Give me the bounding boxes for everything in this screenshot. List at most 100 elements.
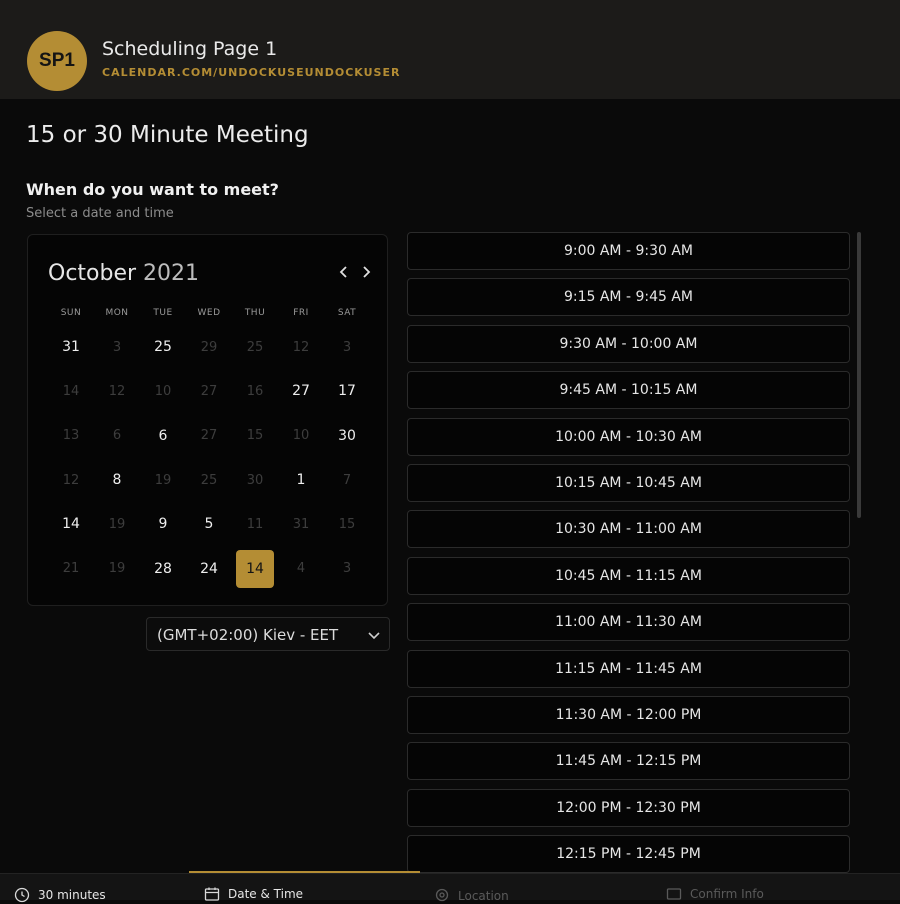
calendar-day-number: 12 [108,383,126,399]
time-slot-button[interactable]: 9:15 AM - 9:45 AM [407,278,850,317]
calendar-day: 12 [48,458,94,502]
calendar-day[interactable]: 25 [140,325,186,369]
duration-step[interactable]: 30 minutes [14,887,106,903]
calendar-day-number: 5 [204,516,214,533]
calendar-day-selected[interactable]: 14 [232,546,278,590]
calendar-day-number: 27 [200,428,218,444]
clock-icon [14,887,30,903]
calendar-day: 19 [140,458,186,502]
calendar-day-number: 19 [108,516,126,532]
calendar-day-number: 1 [296,472,306,489]
calendar-day-number: 13 [62,428,80,444]
scheduling-page-url[interactable]: CALENDAR.COM/UNDOCKUSEUNDOCKUSER [102,66,400,79]
calendar-day: 7 [324,458,370,502]
previous-month-button[interactable] [335,263,353,283]
calendar-day-number: 24 [200,560,218,577]
calendar-day: 29 [186,325,232,369]
time-slot-button[interactable]: 11:30 AM - 12:00 PM [407,695,850,734]
calendar-day-number: 6 [158,427,168,444]
calendar-day[interactable]: 8 [94,458,140,502]
calendar-day-number: 15 [246,428,264,444]
chevron-right-icon [363,266,371,278]
calendar-day-number: 27 [200,383,218,399]
calendar-day: 6 [94,414,140,458]
calendar-day: 31 [278,502,324,546]
calendar-day-number: 30 [338,427,356,444]
calendar-day[interactable]: 6 [140,414,186,458]
calendar-day[interactable]: 31 [48,325,94,369]
calendar-day: 11 [232,502,278,546]
page-header: SP1 Scheduling Page 1 CALENDAR.COM/UNDOC… [0,0,900,99]
step-location[interactable]: Location [434,888,509,904]
next-month-button[interactable] [357,263,375,283]
section-hint: Select a date and time [26,206,174,221]
time-slot-button[interactable]: 12:15 PM - 12:45 PM [407,835,850,874]
calendar-day-number: 3 [112,339,122,355]
calendar-day-number: 27 [292,383,310,400]
weekday-label: SAT [337,308,357,318]
calendar-day[interactable]: 9 [140,502,186,546]
calendar-day-number: 6 [112,428,122,444]
calendar-day-number: 17 [338,383,356,400]
time-slot-button[interactable]: 11:00 AM - 11:30 AM [407,603,850,642]
calendar-day: 10 [278,414,324,458]
calendar-day-number: 28 [154,560,172,577]
calendar-day[interactable]: 27 [278,369,324,413]
calendar-day-number: 12 [62,472,80,488]
time-slot-button[interactable]: 9:30 AM - 10:00 AM [407,324,850,363]
calendar-day-number: 14 [62,383,80,399]
calendar-year: 2021 [143,261,200,286]
calendar-day[interactable]: 28 [140,546,186,590]
calendar-day[interactable]: 30 [324,414,370,458]
calendar-day[interactable]: 17 [324,369,370,413]
weekday-label: THU [244,308,266,318]
weekday-label: WED [197,308,221,318]
calendar-day: 14 [48,369,94,413]
time-slot-button[interactable]: 11:15 AM - 11:45 AM [407,649,850,688]
calendar-day: 15 [232,414,278,458]
calendar-day: 10 [140,369,186,413]
date-picker: October 2021 SUN MON TUE WED THU FRI SAT… [27,234,388,606]
calendar-week-row: 13 6 6 27 15 10 30 [48,414,370,458]
calendar-week-row: 14 19 9 5 11 31 15 [48,502,370,546]
weekday-label: FRI [293,308,309,318]
time-slot-button[interactable]: 9:45 AM - 10:15 AM [407,371,850,410]
avatar: SP1 [27,31,87,91]
calendar-day: 19 [94,546,140,590]
time-slot-button[interactable]: 9:00 AM - 9:30 AM [407,232,850,270]
calendar-day: 15 [324,502,370,546]
calendar-day: 3 [324,325,370,369]
calendar-day: 13 [48,414,94,458]
time-slot-button[interactable]: 11:45 AM - 12:15 PM [407,742,850,781]
calendar-day[interactable]: 1 [278,458,324,502]
time-slot-button[interactable]: 12:00 PM - 12:30 PM [407,788,850,827]
calendar-day-number: 14 [236,549,274,588]
time-slot-button[interactable]: 10:15 AM - 10:45 AM [407,463,850,502]
calendar-day-number: 8 [112,472,122,489]
calendar-day-number: 4 [296,561,306,577]
calendar-day-number: 10 [154,383,172,399]
step-date-time-label: Date & Time [228,887,304,901]
calendar-day[interactable]: 5 [186,502,232,546]
calendar-day-number: 31 [292,516,310,532]
calendar-day-number: 31 [62,339,80,356]
calendar-week-row: 31 3 25 29 25 12 3 [48,325,370,369]
time-slot-scrollbar[interactable] [857,232,861,518]
calendar-day: 3 [324,546,370,590]
time-slot-list: 9:00 AM - 9:30 AM 9:15 AM - 9:45 AM 9:30 A… [407,232,850,881]
weekday-label: TUE [153,308,173,318]
calendar-week-row: 14 12 10 27 16 27 17 [48,369,370,413]
time-slot-button[interactable]: 10:00 AM - 10:30 AM [407,417,850,456]
time-slot-button[interactable]: 10:45 AM - 11:15 AM [407,556,850,595]
calendar-day[interactable]: 24 [186,546,232,590]
calendar-day-number: 25 [200,472,218,488]
calendar-day: 3 [94,325,140,369]
booking-steps: 30 minutes Date & Time Location Confirm … [0,873,900,903]
calendar-day[interactable]: 14 [48,502,94,546]
calendar-day: 12 [94,369,140,413]
page-title: 15 or 30 Minute Meeting [26,122,309,148]
time-slot-button[interactable]: 10:30 AM - 11:00 AM [407,510,850,549]
timezone-select[interactable]: (GMT+02:00) Kiev - EET [146,617,390,651]
calendar-day: 27 [186,414,232,458]
calendar-week-row: 21 19 28 24 14 4 3 [48,546,370,590]
